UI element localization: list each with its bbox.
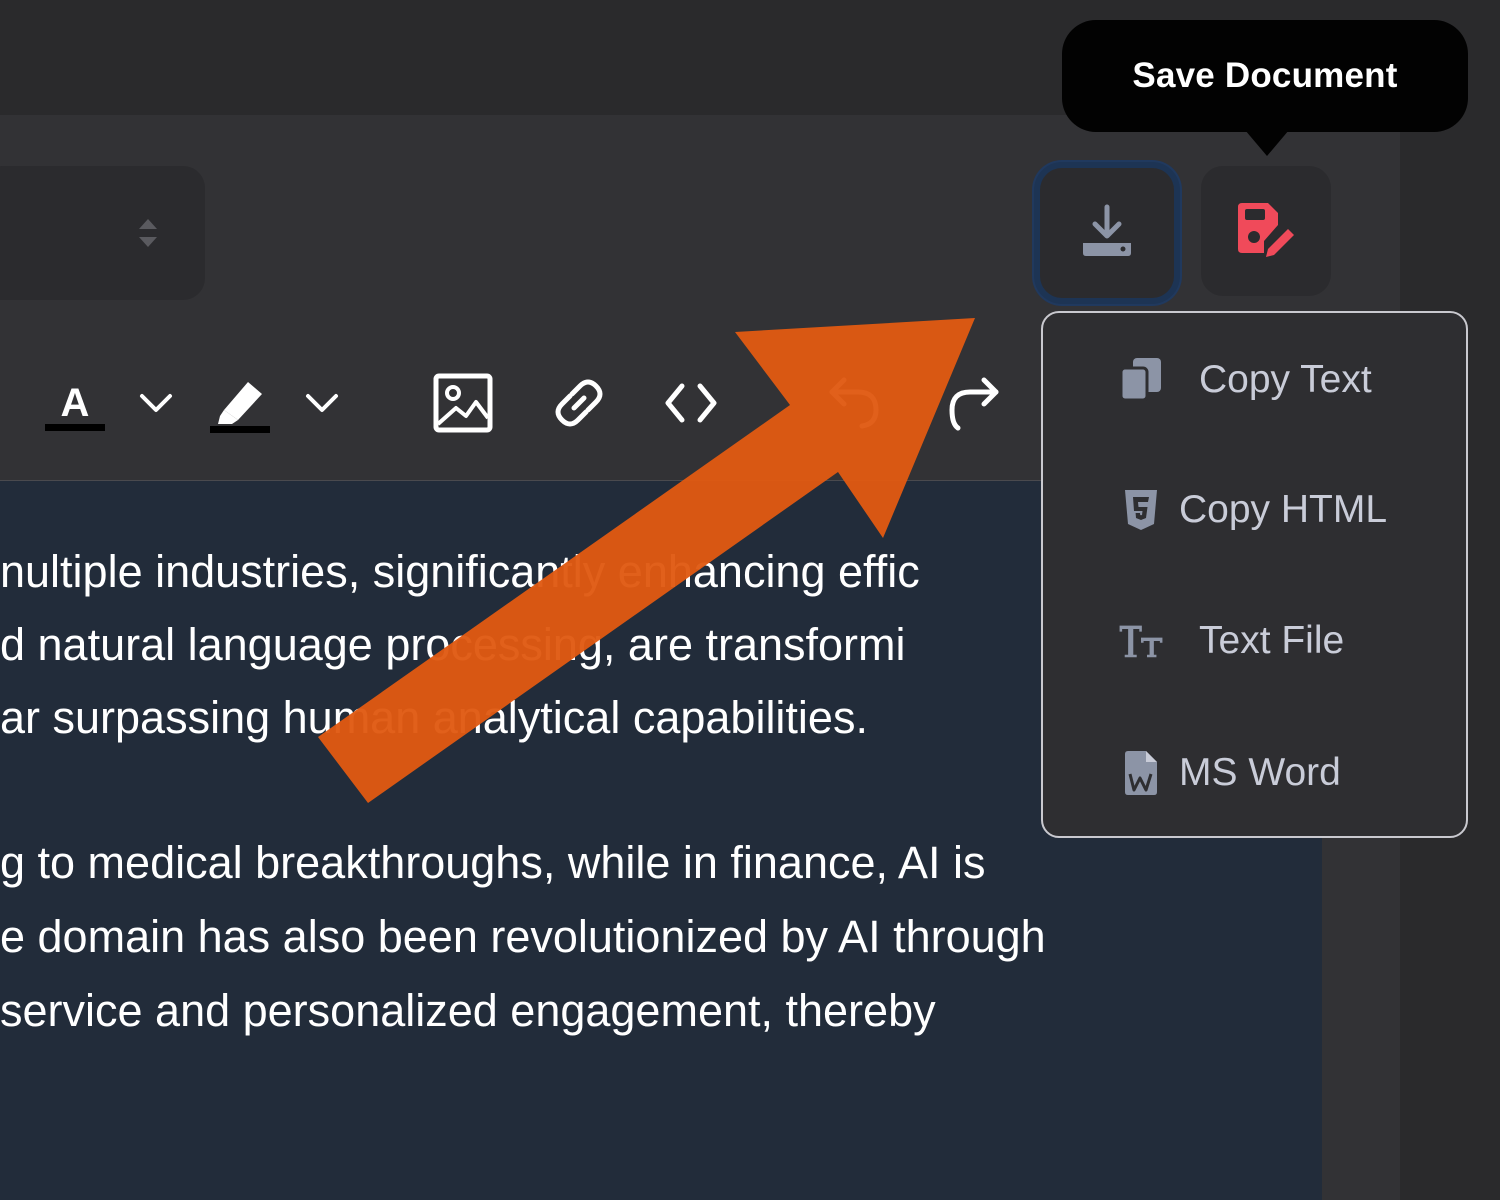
- copy-icon: [1117, 356, 1165, 404]
- menu-item-label: Copy HTML: [1179, 488, 1388, 531]
- download-menu: Copy Text Copy HTML Text File MS Word: [1041, 311, 1468, 838]
- text-format-icon: [1117, 617, 1165, 665]
- menu-item-text-file[interactable]: Text File: [1117, 596, 1344, 686]
- word-file-icon: [1117, 749, 1165, 797]
- html5-icon: [1117, 486, 1165, 534]
- menu-item-ms-word[interactable]: MS Word: [1117, 728, 1341, 818]
- menu-item-label: MS Word: [1179, 751, 1341, 794]
- menu-item-copy-text[interactable]: Copy Text: [1117, 335, 1372, 425]
- menu-item-copy-html[interactable]: Copy HTML: [1117, 465, 1387, 555]
- menu-item-label: Copy Text: [1199, 358, 1372, 401]
- menu-item-label: Text File: [1199, 619, 1345, 662]
